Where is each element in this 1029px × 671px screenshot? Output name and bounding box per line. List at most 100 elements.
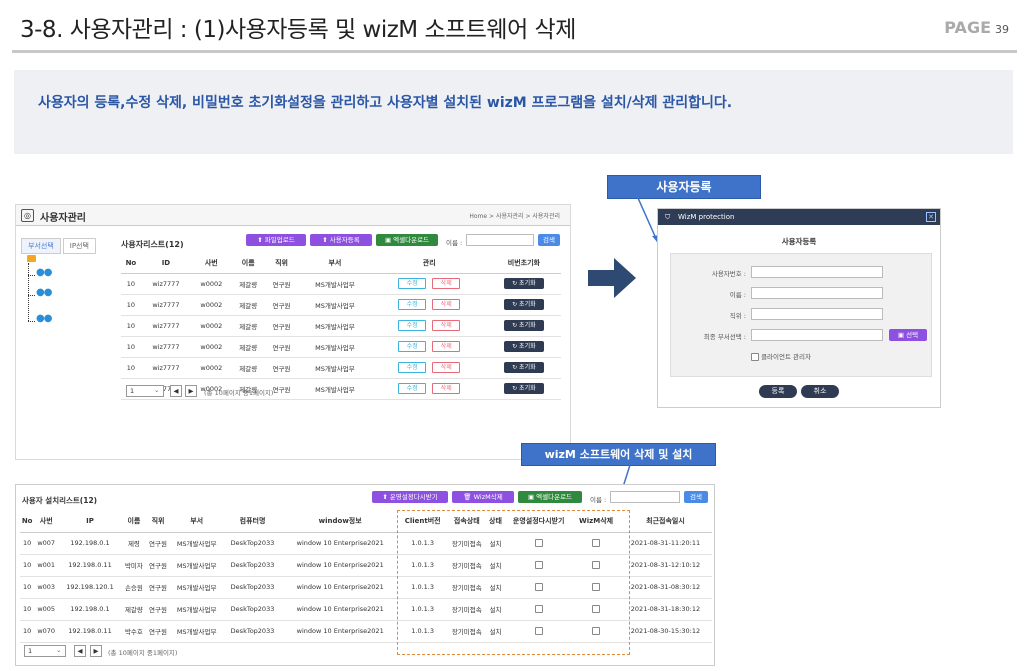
col-position: 직위 bbox=[145, 511, 171, 533]
delete-button[interactable]: 삭제 bbox=[432, 299, 461, 310]
refresh-icon: ↻ bbox=[512, 385, 520, 392]
col-name: 이름 bbox=[231, 253, 265, 274]
banner-text: 사용자의 등록,수정 삭제, 비밀번호 초기화설정을 관리하고 사용자별 설치된… bbox=[38, 95, 733, 111]
cell-id: wiz7777 bbox=[140, 336, 192, 358]
users-icon[interactable]: ●● bbox=[36, 267, 52, 278]
tab-dept[interactable]: 부서선택 bbox=[21, 238, 61, 254]
dept-input[interactable] bbox=[751, 329, 883, 341]
user-icon: ◎ bbox=[21, 209, 34, 222]
edit-button[interactable]: 수정 bbox=[398, 383, 427, 394]
delete-button[interactable]: 삭제 bbox=[432, 362, 461, 373]
excel-download-button[interactable]: ▣ 엑셀다운로드 bbox=[518, 491, 582, 503]
cell-position: 연구원 bbox=[145, 532, 171, 555]
prev-page-button[interactable]: ◀ bbox=[74, 645, 86, 657]
excel-download-button[interactable]: ▣ 엑셀다운로드 bbox=[376, 234, 438, 246]
cell-ip: 192.198.0.1 bbox=[58, 598, 122, 621]
select-chevron-icon: ⌄ bbox=[154, 386, 160, 394]
cell-position: 연구원 bbox=[145, 554, 171, 577]
name-label: 이름 : bbox=[590, 496, 607, 504]
name-search-input[interactable] bbox=[466, 234, 534, 246]
reset-password-button[interactable]: ↻ 초기화 bbox=[503, 320, 544, 331]
next-page-button[interactable]: ▶ bbox=[185, 385, 197, 397]
cell-manage: 수정 삭제 bbox=[371, 378, 487, 400]
reset-label: 초기화 bbox=[519, 280, 536, 287]
edit-button[interactable]: 수정 bbox=[398, 341, 427, 352]
col-ip: IP bbox=[58, 511, 122, 533]
edit-button[interactable]: 수정 bbox=[398, 362, 427, 373]
field-label-pos: 직위 : bbox=[729, 312, 746, 320]
search-button[interactable]: 검색 bbox=[538, 234, 560, 246]
confirm-button[interactable]: 등록 bbox=[759, 385, 797, 398]
name-search-input[interactable] bbox=[610, 491, 680, 503]
reset-password-button[interactable]: ↻ 초기화 bbox=[503, 341, 544, 352]
cancel-button[interactable]: 취소 bbox=[801, 385, 839, 398]
right-arrow-icon bbox=[588, 258, 636, 298]
highlight-box bbox=[397, 510, 630, 655]
cell-window: window 10 Enterprise2021 bbox=[281, 532, 399, 555]
reset-password-button[interactable]: ↻ 초기화 bbox=[503, 383, 544, 394]
search-button[interactable]: 검색 bbox=[684, 491, 708, 503]
prev-page-button[interactable]: ◀ bbox=[170, 385, 182, 397]
tab-bar: 부서선택 IP선택 bbox=[21, 233, 98, 254]
refresh-icon: ↻ bbox=[512, 343, 520, 350]
cell-name: 제갈량 bbox=[231, 294, 265, 316]
cell-computer: DeskTop2033 bbox=[223, 576, 282, 599]
wizm-delete-label: WizM삭제 bbox=[473, 493, 503, 501]
cell-id: wiz7777 bbox=[140, 273, 192, 295]
edit-button[interactable]: 수정 bbox=[398, 320, 427, 331]
delete-button[interactable]: 삭제 bbox=[432, 341, 461, 352]
edit-button[interactable]: 수정 bbox=[398, 299, 427, 310]
reset-password-button[interactable]: ↻ 초기화 bbox=[503, 299, 544, 310]
shield-icon: ⛉ bbox=[665, 213, 671, 221]
checkbox-box bbox=[751, 353, 759, 361]
delete-button[interactable]: 삭제 bbox=[432, 320, 461, 331]
users-icon[interactable]: ●● bbox=[36, 287, 52, 298]
reset-label: 초기화 bbox=[519, 364, 536, 371]
position-input[interactable] bbox=[751, 308, 883, 320]
col-no: No bbox=[121, 253, 141, 274]
col-last-access: 최근접속일시 bbox=[618, 511, 712, 533]
user-no-input[interactable] bbox=[751, 266, 883, 278]
field-label-dept: 최종 부서선택 : bbox=[703, 333, 746, 341]
cell-computer: DeskTop2033 bbox=[223, 620, 282, 643]
receive-label: 운영설정다시받기 bbox=[389, 493, 438, 501]
client-admin-checkbox[interactable]: 클라이언트 관리자 bbox=[751, 351, 811, 361]
cell-position: 연구원 bbox=[264, 294, 299, 316]
table-row[interactable]: 10wiz7777w0002제갈량연구원MS개발사업부 수정 삭제 ↻ 초기화 bbox=[121, 336, 561, 358]
cell-no: 10 bbox=[20, 554, 35, 577]
cell-no: 10 bbox=[121, 315, 141, 337]
cell-manage: 수정 삭제 bbox=[371, 315, 487, 337]
cell-manage: 수정 삭제 bbox=[371, 357, 487, 379]
header-divider bbox=[12, 50, 1017, 53]
folder-icon bbox=[27, 255, 36, 262]
name-input[interactable] bbox=[751, 287, 883, 299]
table-row[interactable]: 10wiz7777w0002제갈량연구원MS개발사업부 수정 삭제 ↻ 초기화 bbox=[121, 273, 561, 295]
reset-password-button[interactable]: ↻ 초기화 bbox=[503, 362, 544, 373]
table-row[interactable]: 10wiz7777w0002제갈량연구원MS개발사업부 수정 삭제 ↻ 초기화 bbox=[121, 315, 561, 337]
cell-dept: MS개발사업부 bbox=[298, 315, 372, 337]
table-row[interactable]: 10wiz7777w0002제갈량연구원MS개발사업부 수정 삭제 ↻ 초기화 bbox=[121, 357, 561, 379]
delete-button[interactable]: 삭제 bbox=[432, 278, 461, 289]
dept-tree[interactable]: ●● ●● ●● bbox=[24, 253, 104, 333]
cell-dept: MS개발사업부 bbox=[298, 378, 372, 400]
delete-button[interactable]: 삭제 bbox=[432, 383, 461, 394]
tab-ip[interactable]: IP선택 bbox=[62, 238, 96, 254]
edit-button[interactable]: 수정 bbox=[398, 278, 427, 289]
dialog-header-text: WizM protection bbox=[678, 213, 735, 221]
reset-password-button[interactable]: ↻ 초기화 bbox=[503, 278, 544, 289]
cell-no: 10 bbox=[121, 294, 141, 316]
cell-empno: w005 bbox=[34, 598, 59, 621]
field-label-no: 사용자번호 : bbox=[711, 270, 746, 278]
col-no: No bbox=[20, 511, 35, 533]
close-icon[interactable]: ✕ bbox=[926, 212, 936, 222]
register-user-button[interactable]: ⬆ 사용자등록 bbox=[310, 234, 372, 246]
select-dept-button[interactable]: ▣ 선택 bbox=[889, 329, 927, 341]
upload-button[interactable]: ⬆ 파일업로드 bbox=[246, 234, 306, 246]
next-page-button[interactable]: ▶ bbox=[90, 645, 102, 657]
wizm-delete-button[interactable]: 🗑 WizM삭제 bbox=[452, 491, 514, 503]
table-row[interactable]: 10wiz7777w0002제갈량연구원MS개발사업부 수정 삭제 ↻ 초기화 bbox=[121, 294, 561, 316]
tree-line bbox=[28, 263, 29, 321]
receive-settings-button[interactable]: ⬆ 운영설정다시받기 bbox=[372, 491, 448, 503]
upload-label: 파일업로드 bbox=[264, 236, 295, 244]
users-icon[interactable]: ●● bbox=[36, 313, 52, 324]
